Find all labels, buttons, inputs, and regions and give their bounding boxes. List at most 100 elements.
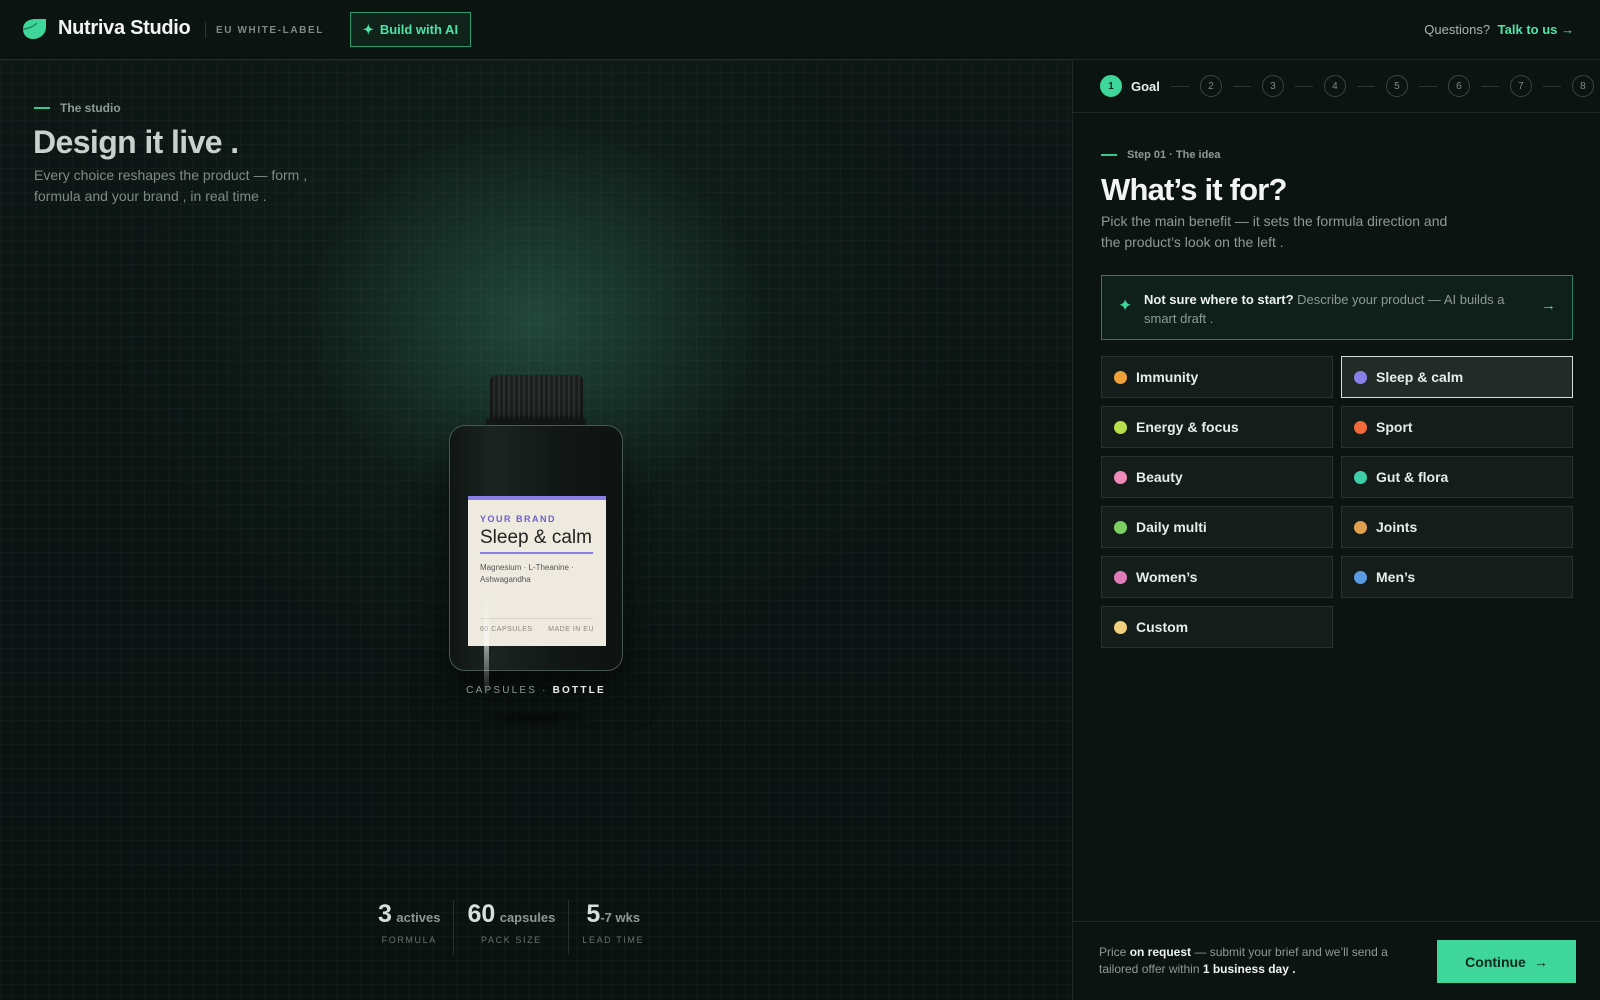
option-custom[interactable]: Custom [1101, 606, 1333, 648]
step-6[interactable]: 6 [1447, 75, 1470, 97]
step-eyebrow-label: Step 01 · The idea [1127, 149, 1221, 161]
color-dot-icon [1354, 420, 1367, 434]
arrow-right-icon: → [1533, 953, 1548, 970]
stat-value: 60 [467, 900, 496, 928]
label-ingredients: Magnesium · L-Theanine · Ashwagandha [480, 563, 574, 584]
stat-unit: -7 wks [600, 910, 641, 925]
eyebrow-dash [34, 107, 50, 109]
color-dot-icon [1114, 420, 1127, 434]
talk-to-us-link[interactable]: Talk to us → [1498, 22, 1574, 37]
step-connector [1418, 85, 1437, 87]
continue-label: Continue [1465, 953, 1526, 970]
build-with-ai-button[interactable]: ✦ Build with AI [350, 12, 471, 47]
option-label: Joints [1376, 519, 1418, 535]
option-women-s[interactable]: Women’s [1101, 556, 1333, 598]
option-label: Energy & focus [1136, 419, 1239, 435]
step-2[interactable]: 2 [1199, 75, 1222, 97]
step-connector [1480, 85, 1499, 87]
panel-footer: Price on request — submit your brief and… [1073, 921, 1600, 1000]
option-gut-flora[interactable]: Gut & flora [1341, 456, 1573, 498]
brand-tag: EU WHITE-LABEL [216, 25, 324, 36]
sparkle-icon: ✦ [362, 21, 374, 37]
studio-title: Design it live . [33, 124, 239, 160]
benefit-options: Immunity Sleep & calm Energy & focus Sport B… [1101, 356, 1573, 648]
label-product-name: Sleep & calm [480, 527, 592, 548]
eyebrow-dash [1101, 154, 1117, 156]
option-sleep-calm[interactable]: Sleep & calm [1341, 356, 1573, 398]
label-divider [480, 618, 593, 619]
step-connector [1542, 85, 1561, 87]
option-label: Men’s [1376, 569, 1416, 585]
stat-caption: PACK SIZE [481, 935, 542, 945]
color-dot-icon [1354, 470, 1367, 484]
ai-draft-card[interactable]: ✦ Not sure where to start? Describe your… [1101, 275, 1573, 340]
studio-eyebrow: The studio [34, 101, 121, 115]
bottle-shine [484, 596, 489, 696]
step-eyebrow: Step 01 · The idea [1101, 149, 1221, 161]
ai-draft-text: Not sure where to start? Describe your p… [1144, 290, 1529, 328]
option-label: Women’s [1136, 569, 1198, 585]
color-dot-icon [1114, 470, 1127, 484]
questions-contact: Questions? Talk to us → [1424, 22, 1574, 37]
color-dot-icon [1114, 520, 1127, 534]
step-3[interactable]: 3 [1261, 75, 1284, 97]
option-immunity[interactable]: Immunity [1101, 356, 1333, 398]
stat-value: 3 [378, 900, 392, 928]
stat-unit: capsules [499, 910, 556, 925]
step-connector [1232, 85, 1251, 87]
step-label-current: Goal [1131, 78, 1160, 94]
brand-divider [205, 22, 206, 38]
step-5[interactable]: 5 [1385, 75, 1408, 97]
step-connector [1356, 85, 1375, 87]
bottle-shadow [470, 708, 600, 728]
step-7[interactable]: 7 [1509, 75, 1532, 97]
stat-formula: 3 actives FORMULA [365, 900, 453, 955]
sparkle-icon: ✦ [1118, 296, 1133, 315]
bottle-cap [490, 375, 583, 423]
color-dot-icon [1114, 370, 1127, 384]
continue-button[interactable]: Continue → [1437, 940, 1576, 983]
step-connector [1294, 85, 1313, 87]
option-energy-focus[interactable]: Energy & focus [1101, 406, 1333, 448]
color-dot-icon [1354, 520, 1367, 534]
label-brand: YOUR BRAND [480, 514, 557, 524]
arrow-right-icon: → [1541, 297, 1556, 314]
option-men-s[interactable]: Men’s [1341, 556, 1573, 598]
option-label: Sleep & calm [1376, 369, 1464, 385]
color-dot-icon [1114, 620, 1127, 634]
option-label: Sport [1376, 419, 1413, 435]
option-label: Daily multi [1136, 519, 1207, 535]
price-note-b: on request [1129, 945, 1192, 959]
leaf-logo-icon [22, 19, 46, 39]
price-note-d: 1 business day . [1202, 962, 1296, 976]
bottle-body: YOUR BRAND Sleep & calm Magnesium · L-Th… [449, 425, 623, 696]
option-joints[interactable]: Joints [1341, 506, 1573, 548]
studio-subtitle: Every choice reshapes the product — form… [34, 167, 308, 204]
step-connector [1170, 85, 1189, 87]
stat-lead-time: 5-7 wks LEAD TIME [568, 900, 657, 955]
price-note-a: Price [1099, 945, 1130, 959]
format-current: BOTTLE [552, 685, 606, 696]
step-1[interactable]: 1 [1100, 75, 1122, 97]
step-4[interactable]: 4 [1323, 75, 1346, 97]
product-stats: 3 actives FORMULA 60 capsules PACK SIZE … [365, 900, 657, 955]
product-bottle: YOUR BRAND Sleep & calm Magnesium · L-Th… [449, 375, 623, 696]
stat-unit: actives [396, 910, 441, 925]
studio-eyebrow-label: The studio [60, 101, 121, 115]
color-dot-icon [1354, 570, 1367, 584]
questions-label: Questions? [1424, 22, 1491, 37]
stat-value: 5 [586, 900, 601, 928]
option-label: Immunity [1136, 369, 1199, 385]
price-note: Price on request — submit your brief and… [1099, 944, 1409, 978]
top-bar: Nutriva Studio EU WHITE-LABEL ✦ Build wi… [0, 0, 1600, 60]
option-sport[interactable]: Sport [1341, 406, 1573, 448]
question-subtitle: Pick the main benefit — it sets the form… [1101, 213, 1448, 250]
brand-name[interactable]: Nutriva Studio [58, 17, 191, 40]
format-prefix: CAPSULES · [466, 685, 548, 696]
option-daily-multi[interactable]: Daily multi [1101, 506, 1333, 548]
step-8[interactable]: 8 [1571, 75, 1594, 97]
option-label: Beauty [1136, 469, 1183, 485]
stat-caption: LEAD TIME [582, 935, 645, 945]
option-beauty[interactable]: Beauty [1101, 456, 1333, 498]
build-with-ai-label: Build with AI [379, 22, 459, 37]
